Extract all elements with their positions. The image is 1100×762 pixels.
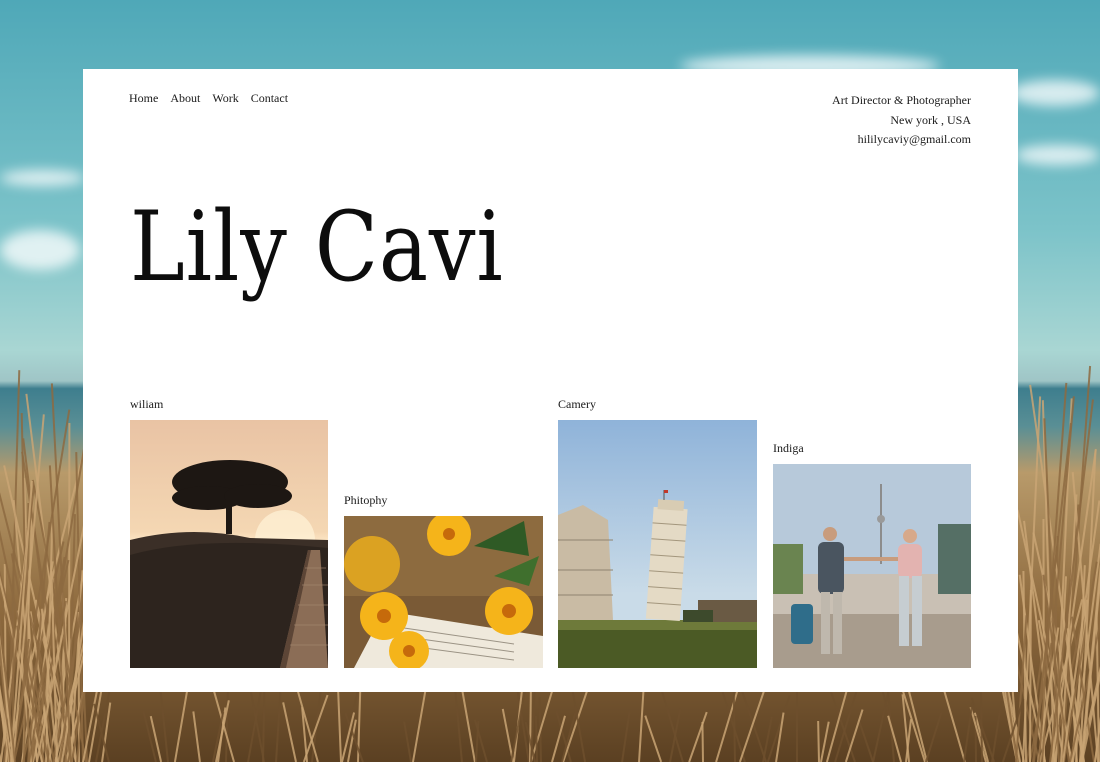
grass-blade (979, 684, 983, 762)
grass-blade (282, 702, 298, 762)
gallery-caption: wiliam (130, 397, 164, 411)
grass-blade (403, 721, 413, 762)
cloud (1015, 145, 1100, 165)
grass-blade (796, 682, 799, 762)
grass-blade (224, 687, 229, 762)
contact-info: Art Director & Photographer New york , U… (832, 91, 971, 150)
grass-blade (687, 711, 708, 762)
role-text: Art Director & Photographer (832, 93, 971, 107)
hero-title: Lily Cavi (130, 191, 504, 303)
nav-item-work[interactable]: Work (212, 91, 238, 106)
grass-blade (925, 712, 943, 762)
gallery-caption: Indiga (773, 441, 804, 455)
grass-blade (887, 715, 903, 762)
gallery-caption: Camery (558, 397, 596, 411)
cloud (0, 170, 85, 186)
gallery-caption: Phitophy (344, 493, 388, 507)
photo-sunset-tree[interactable] (130, 420, 328, 668)
location-text: New york , USA (890, 112, 971, 127)
portfolio-card: Home About Work Contact Art Director & P… (83, 69, 1018, 692)
grass-blade (149, 716, 163, 762)
main-nav: Home About Work Contact (129, 91, 288, 106)
grass-blade (644, 715, 662, 762)
grass-blade (534, 715, 538, 762)
cloud (0, 230, 80, 270)
photo-couple[interactable] (773, 464, 971, 668)
grass-blade (858, 722, 874, 762)
grass-blade (990, 700, 1003, 762)
grass-blade (715, 681, 742, 762)
photo-yellow-flowers[interactable] (344, 516, 543, 668)
grass-blade (460, 690, 476, 762)
grass-blade (762, 716, 773, 762)
grass-blade (940, 679, 967, 762)
nav-item-home[interactable]: Home (129, 91, 158, 106)
grass-blade (620, 710, 631, 762)
nav-item-about[interactable]: About (170, 91, 200, 106)
photo-leaning-tower[interactable] (558, 420, 757, 668)
grass-blade (192, 710, 202, 762)
nav-item-contact[interactable]: Contact (251, 91, 288, 106)
cloud (1010, 80, 1100, 106)
grass-blade (701, 721, 704, 762)
email-link[interactable]: hililycaviy@gmail.com (832, 130, 971, 150)
grass-blade (817, 720, 821, 762)
grass-blade (962, 702, 973, 762)
